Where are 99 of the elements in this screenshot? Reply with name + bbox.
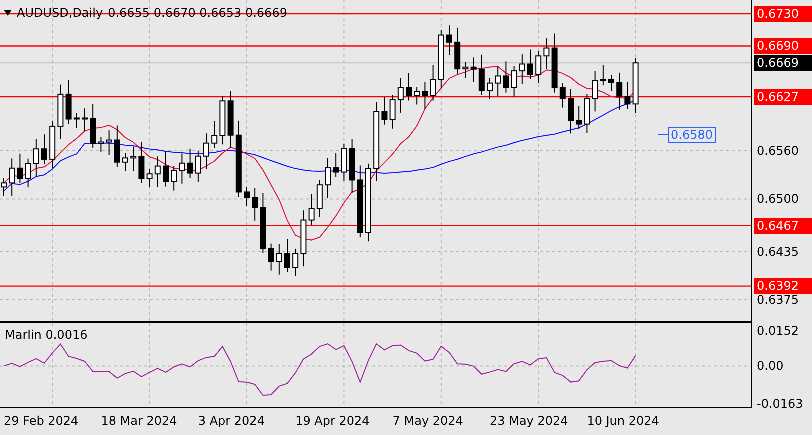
dropdown-triangle-icon[interactable] <box>4 10 12 16</box>
candlestick <box>349 138 356 194</box>
candlestick <box>42 134 48 165</box>
candlestick <box>220 96 226 146</box>
candlestick <box>106 130 112 156</box>
axis-label: 0.00 <box>757 359 784 374</box>
candlestick <box>568 88 574 134</box>
date-label: 10 Jun 2024 <box>587 414 660 428</box>
candlestick <box>503 61 510 94</box>
candlestick <box>422 82 428 110</box>
candlestick <box>308 194 315 226</box>
candlestick <box>398 78 404 114</box>
candlestick <box>33 138 40 178</box>
candlestick <box>325 158 331 198</box>
candlestick <box>195 151 202 183</box>
candlestick <box>616 72 623 110</box>
date-label: 23 May 2024 <box>490 414 568 428</box>
level-label: 0.6730 <box>754 6 812 22</box>
candlestick <box>98 136 104 153</box>
date-label: 3 Apr 2024 <box>198 414 265 428</box>
candlestick <box>446 25 452 56</box>
candlestick <box>536 50 542 84</box>
candlestick <box>584 93 590 134</box>
candlestick <box>25 158 32 188</box>
candlestick <box>260 193 266 254</box>
date-label: 19 Apr 2024 <box>296 414 370 428</box>
candlestick <box>204 133 210 170</box>
candlestick <box>528 49 534 80</box>
candlestick <box>268 243 274 272</box>
candlestick <box>390 94 396 130</box>
candlestick <box>608 74 614 92</box>
axis-label: 0.6375 <box>757 292 799 307</box>
candlestick <box>462 62 469 78</box>
candlestick <box>187 148 194 179</box>
candlestick <box>114 125 120 168</box>
candlestick <box>511 66 518 98</box>
candlestick <box>171 166 178 192</box>
candlestick <box>600 65 606 86</box>
candlestick <box>333 153 340 178</box>
current-price-label: 0.6669 <box>754 55 812 72</box>
candlestick <box>470 57 477 83</box>
candlestick <box>228 91 234 149</box>
candlestick <box>382 96 388 126</box>
candlestick <box>414 86 420 106</box>
date-label: 7 May 2024 <box>392 414 464 428</box>
level-label: 0.6467 <box>754 218 812 234</box>
level-label: 0.6392 <box>754 278 812 294</box>
candlestick <box>519 54 526 84</box>
candlestick <box>478 54 485 96</box>
candlestick <box>406 72 412 102</box>
candlestick <box>430 64 436 102</box>
level-label: 0.6627 <box>754 88 812 105</box>
date-label: 18 Mar 2024 <box>101 414 178 428</box>
candlestick <box>90 104 96 149</box>
candlestick <box>58 84 64 140</box>
candlestick <box>252 188 258 222</box>
candlestick <box>576 106 582 130</box>
candlestick <box>1 178 7 197</box>
candlestick <box>544 38 550 70</box>
candlestick <box>292 248 299 277</box>
candlestick <box>130 146 137 172</box>
axis-label: 0.6500 <box>757 192 799 206</box>
indicator-name: Marlin 0.0016 <box>5 328 88 342</box>
axis-label: 0.6435 <box>757 244 799 259</box>
candlestick <box>284 238 290 273</box>
candlestick <box>212 120 218 149</box>
candlestick <box>300 210 307 268</box>
axis-label: 0.0152 <box>757 324 799 338</box>
candlestick <box>9 158 16 197</box>
date-label: 29 Feb 2024 <box>4 414 79 428</box>
candlestick <box>592 70 598 112</box>
candlestick <box>66 79 72 125</box>
candlestick <box>50 121 56 169</box>
candlestick <box>624 82 631 110</box>
candlestick <box>122 152 128 172</box>
candlestick <box>146 168 153 188</box>
candlestick <box>560 82 566 108</box>
candlestick <box>316 180 323 218</box>
candlestick <box>495 66 502 97</box>
level-label: 0.6690 <box>754 38 812 54</box>
candlestick <box>163 151 169 188</box>
candlestick <box>244 186 250 208</box>
candlestick <box>82 108 88 132</box>
candlestick <box>632 58 639 114</box>
price-annotation: 0.6580 <box>668 126 716 143</box>
candlestick <box>341 143 348 182</box>
candlestick <box>438 30 444 90</box>
candlestick <box>487 78 493 100</box>
axis-label: -0.0163 <box>757 396 804 411</box>
axis-label: 0.6560 <box>757 144 799 158</box>
leader-line <box>658 134 668 136</box>
candlestick <box>154 156 161 188</box>
candlestick <box>276 244 282 276</box>
candlestick <box>552 33 558 94</box>
candlestick <box>138 141 145 184</box>
candlestick <box>454 27 461 74</box>
candlestick <box>179 153 186 184</box>
candlestick <box>17 153 24 184</box>
candlestick <box>74 112 80 129</box>
